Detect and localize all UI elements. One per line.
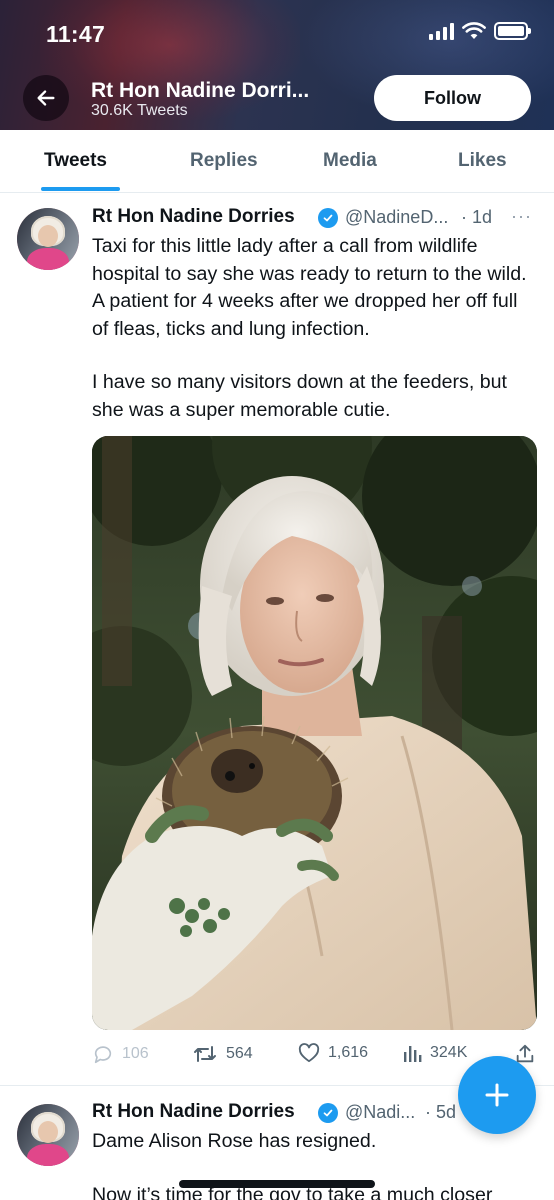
status-icons xyxy=(429,22,531,40)
tweet-author-handle[interactable]: @NadineD... xyxy=(345,207,448,228)
profile-header: 11:47 Rt Hon Nadine Dorri... 30.6K Tweet… xyxy=(0,0,554,130)
reply-icon xyxy=(94,1046,112,1064)
reply-count: 106 xyxy=(122,1045,149,1062)
retweet-icon xyxy=(194,1046,216,1062)
tab-likes[interactable]: Likes xyxy=(458,150,507,172)
retweet-action[interactable]: 564 xyxy=(192,1043,253,1065)
follow-button[interactable]: Follow xyxy=(374,75,531,121)
retweet-count: 564 xyxy=(226,1045,253,1062)
views-action[interactable]: 324K xyxy=(402,1043,467,1063)
tab-replies[interactable]: Replies xyxy=(190,150,258,172)
wifi-icon xyxy=(462,22,486,39)
like-count: 1,616 xyxy=(328,1044,369,1061)
tweet-text: Taxi for this little lady after a call f… xyxy=(92,235,527,340)
profile-tabs: Tweets Replies Media Likes xyxy=(0,130,554,193)
tweet-text-paragraph: I have so many visitors down at the feed… xyxy=(92,371,507,421)
tab-media[interactable]: Media xyxy=(323,150,377,172)
reply-action[interactable]: 106 xyxy=(92,1043,149,1065)
tweet-author-handle[interactable]: @Nadi... xyxy=(345,1102,415,1123)
photo-woman-with-hedgehog xyxy=(92,436,537,1030)
tweet-author-name[interactable]: Rt Hon Nadine Dorries xyxy=(92,206,295,228)
tweet-count: 30.6K Tweets xyxy=(91,102,188,119)
heart-icon xyxy=(298,1043,320,1063)
tweet-time[interactable]: · 5d xyxy=(425,1102,456,1123)
avatar[interactable] xyxy=(17,208,79,270)
avatar[interactable] xyxy=(17,1104,79,1166)
views-icon xyxy=(404,1046,422,1062)
tab-tweets[interactable]: Tweets xyxy=(44,150,107,172)
plus-icon xyxy=(485,1083,509,1107)
views-count: 324K xyxy=(430,1044,468,1061)
like-action[interactable]: 1,616 xyxy=(298,1043,368,1063)
back-button[interactable] xyxy=(23,75,69,121)
battery-icon xyxy=(494,22,531,40)
tweet-author-name[interactable]: Rt Hon Nadine Dorries xyxy=(92,1101,295,1123)
verified-badge-icon xyxy=(318,208,338,228)
tweet-text: Dame Alison Rose has resigned. xyxy=(92,1130,377,1152)
active-tab-indicator xyxy=(41,187,120,191)
more-options-icon[interactable]: ··· xyxy=(511,206,532,227)
compose-tweet-button[interactable] xyxy=(458,1056,536,1134)
status-time: 11:47 xyxy=(46,21,106,47)
profile-name: Rt Hon Nadine Dorri... xyxy=(91,79,310,102)
verified-badge-icon xyxy=(318,1103,338,1123)
cellular-signal-icon xyxy=(429,22,454,40)
home-indicator xyxy=(179,1180,375,1188)
tweet-photo[interactable] xyxy=(92,436,537,1030)
arrow-left-icon xyxy=(37,90,55,106)
tweet-time[interactable]: · 1d xyxy=(461,207,492,228)
